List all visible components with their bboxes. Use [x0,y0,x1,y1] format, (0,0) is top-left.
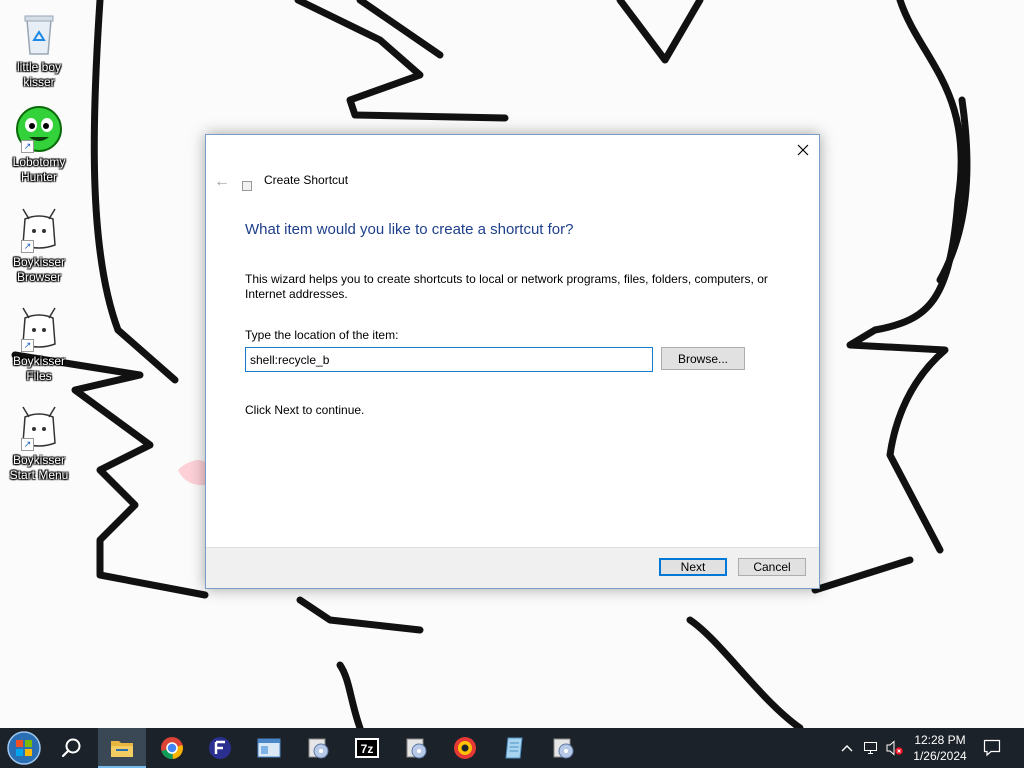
file-explorer-icon [111,741,133,757]
taskbar-file-explorer[interactable] [98,728,146,768]
desktop-icon-label: Boykisser Files [12,354,65,383]
clock[interactable]: 12:28 PM 1/26/2024 [905,732,975,764]
browse-button[interactable]: Browse... [661,347,745,370]
cd-icon [406,738,427,759]
volume-muted-icon [886,740,903,756]
cd-icon [308,738,329,759]
desktop-icon-label: Boykisser Browser [12,255,65,284]
volume-button[interactable] [886,740,903,756]
back-arrow-icon: ← [214,173,230,190]
boykisser-icon: ↗ [15,304,63,352]
desktop-icon-boykisser-files[interactable]: ↗ Boykisser Files [4,304,74,384]
wizard-intro-text: This wizard helps you to create shortcut… [245,272,768,301]
close-button[interactable] [787,135,819,165]
taskbar-cd-app-3[interactable] [539,728,587,768]
desktop-icon-label: Boykisser Start Menu [9,453,69,482]
boykisser-icon: ↗ [15,205,63,253]
search-button[interactable] [48,728,96,768]
taskbar-window-app[interactable] [245,728,293,768]
boykisser-icon: ↗ [15,403,63,451]
network-icon [864,742,877,754]
taskbar-cd-app-2[interactable] [392,728,440,768]
clock-time: 12:28 PM [914,733,966,747]
7zip-label: 7z [361,742,374,756]
back-button[interactable]: ← [214,173,230,191]
next-button[interactable]: Next [659,558,727,576]
create-shortcut-dialog: ← Create Shortcut What item would you li… [205,134,820,589]
location-label: Type the location of the item: [245,328,399,342]
desktop-icon-label: Lobotomy Hunter [12,155,66,184]
continue-hint: Click Next to continue. [245,403,365,417]
taskbar-notepad[interactable] [490,728,538,768]
taskbar-browser-orb[interactable] [441,728,489,768]
taskbar-7zip[interactable]: 7z [343,728,391,768]
chevron-up-icon [841,745,853,752]
notification-icon [983,739,1001,757]
shortcut-arrow-icon: ↗ [21,438,34,451]
recycle-bin-icon [15,10,63,58]
action-center-button[interactable] [983,739,1001,757]
shortcut-arrow-icon: ↗ [21,339,34,352]
desktop-icon-boykisser-start-menu[interactable]: ↗ Boykisser Start Menu [4,403,74,483]
desktop-icon-lobotomy-hunter[interactable]: ↗ Lobotomy Hunter [4,105,74,185]
desktop-icon-boykisser-browser[interactable]: ↗ Boykisser Browser [4,205,74,285]
dialog-footer: Next Cancel [206,547,819,588]
taskbar: 7z 12:28 PM 1/26/2024 [0,728,1024,768]
dialog-title: Create Shortcut [264,173,349,187]
chrome-icon [161,737,183,760]
start-orb-icon [7,731,41,765]
cd-icon [553,738,574,759]
notepad-icon [505,737,523,759]
desktop-icon-recycle-bin[interactable]: little boy kisser [4,10,74,90]
location-input[interactable] [245,347,653,372]
close-icon [797,144,809,156]
shortcut-arrow-icon: ↗ [21,240,34,253]
taskbar-cd-app-1[interactable] [294,728,342,768]
show-hidden-icons-button[interactable] [839,740,855,756]
app-f-icon [209,737,231,759]
network-button[interactable] [863,740,879,756]
start-button[interactable] [0,728,48,768]
desktop-icon-label: little boy kisser [16,60,62,89]
window-icon [257,738,281,758]
7zip-icon: 7z [355,738,379,758]
cancel-button[interactable]: Cancel [738,558,806,576]
browser-orb-icon [454,737,476,759]
taskbar-chrome[interactable] [148,728,196,768]
clock-date: 1/26/2024 [913,749,967,763]
shortcut-arrow-icon: ↗ [21,140,34,153]
wizard-heading: What item would you like to create a sho… [245,221,574,238]
search-icon [61,738,81,758]
green-face-icon: ↗ [15,105,63,153]
shortcut-wizard-icon [242,181,252,191]
taskbar-app-f[interactable] [196,728,244,768]
